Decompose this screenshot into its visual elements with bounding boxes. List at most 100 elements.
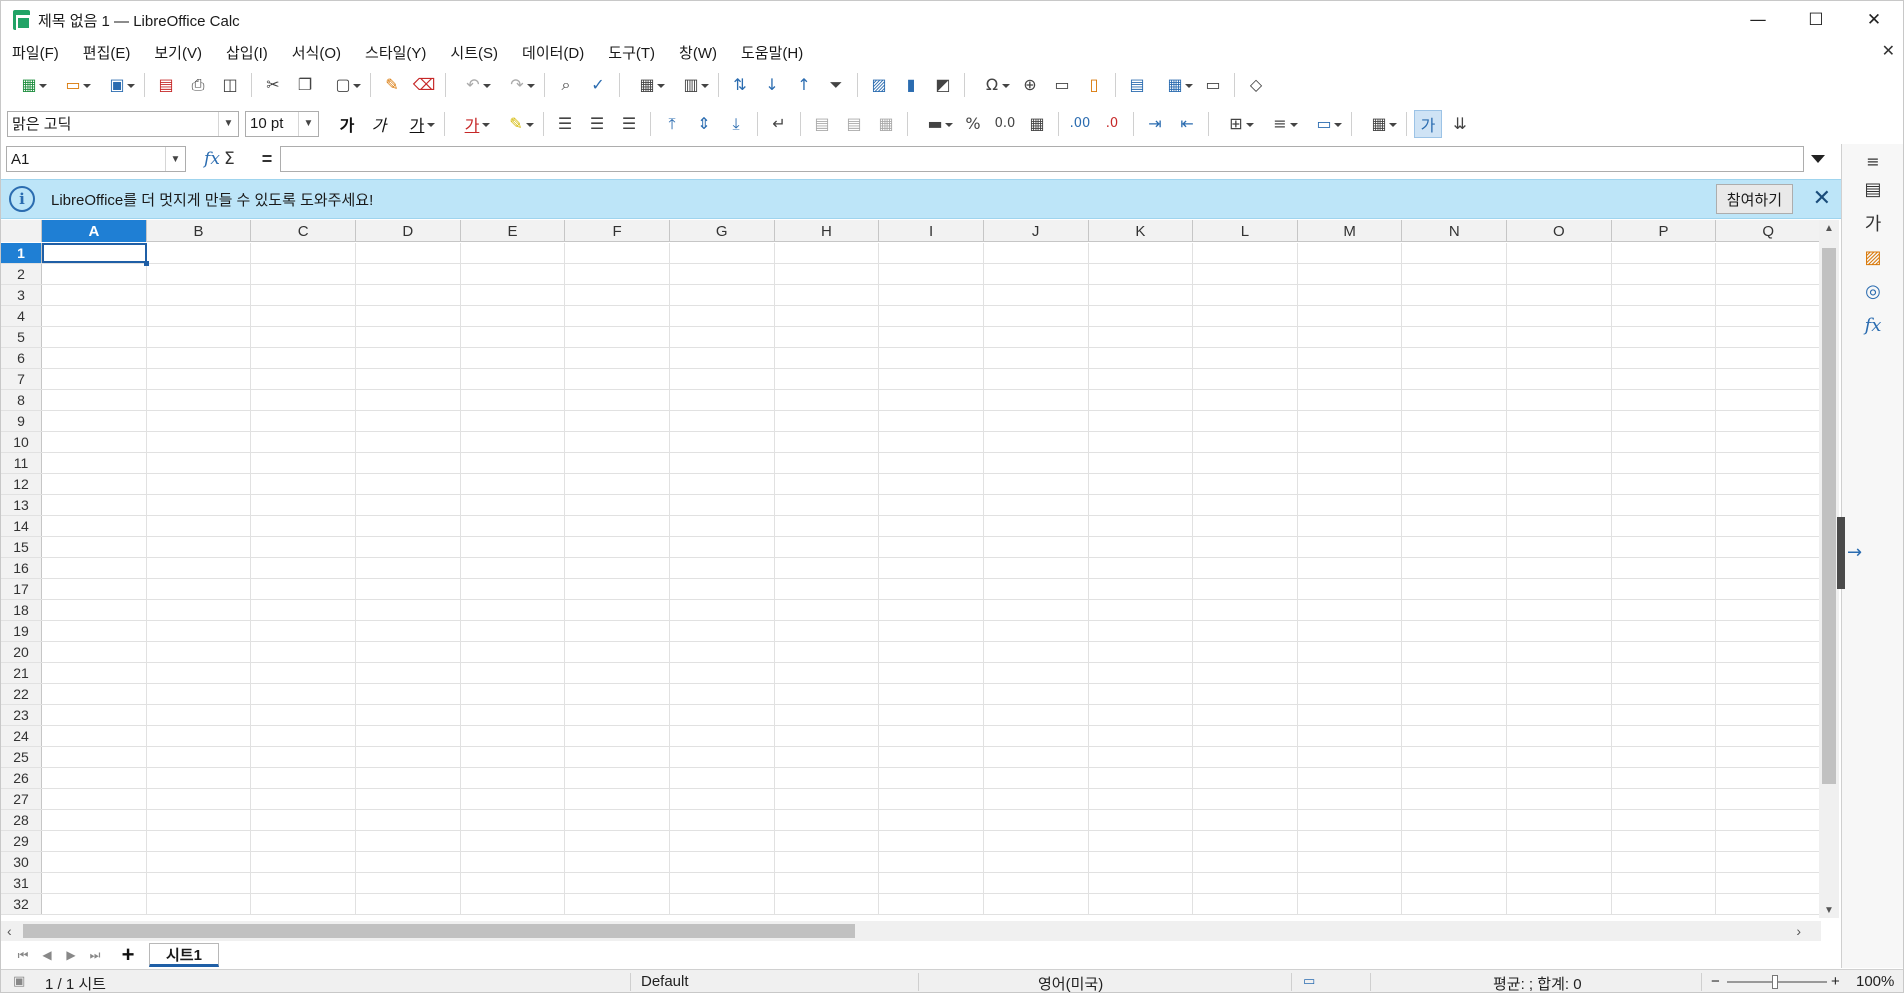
grid-cell[interactable] [1193, 873, 1298, 893]
grid-cell[interactable] [565, 663, 670, 683]
grid-cell[interactable] [461, 873, 566, 893]
align-vcenter-icon[interactable]: ⇕ [690, 110, 718, 138]
grid-cell[interactable] [356, 453, 461, 473]
grid-cell[interactable] [147, 432, 252, 452]
grid-cell[interactable] [984, 327, 1089, 347]
grid-cell[interactable] [1612, 579, 1717, 599]
grid-cell[interactable] [251, 621, 357, 641]
grid-cell[interactable] [251, 495, 357, 515]
italic-button[interactable]: 가 [365, 110, 393, 138]
close-document-icon[interactable]: ✕ [1882, 41, 1895, 61]
grid-cell[interactable] [461, 579, 566, 599]
grid-cell[interactable] [356, 789, 461, 809]
grid-cell[interactable] [1402, 810, 1508, 830]
merge-center-icon[interactable]: ▤ [808, 110, 836, 138]
grid-cell[interactable] [42, 768, 147, 788]
grid-cell[interactable] [1193, 306, 1298, 326]
scroll-right-icon[interactable]: › [1796, 923, 1801, 939]
grid-cell[interactable] [775, 537, 880, 557]
grid-cell[interactable] [1716, 852, 1821, 872]
grid-cell[interactable] [42, 894, 147, 914]
grid-cell[interactable] [1089, 726, 1194, 746]
grid-cell[interactable] [1298, 789, 1403, 809]
grid-cell[interactable] [879, 327, 984, 347]
insert-chart-icon[interactable]: ▮ [897, 71, 925, 99]
grid-cell[interactable] [1193, 516, 1298, 536]
grid-cell[interactable] [565, 894, 670, 914]
grid-cell[interactable] [879, 579, 984, 599]
column-header[interactable]: K [1089, 220, 1194, 242]
grid-cell[interactable] [1507, 621, 1612, 641]
row-header[interactable]: 24 [1, 726, 43, 746]
grid-cell[interactable] [1612, 789, 1717, 809]
column-header[interactable]: I [879, 220, 984, 242]
print-preview-icon[interactable]: ◫ [216, 71, 244, 99]
grid-cell[interactable] [775, 642, 880, 662]
grid-cell[interactable] [1507, 726, 1612, 746]
autofilter-icon[interactable]: ⏷ [822, 71, 850, 99]
grid-cell[interactable] [1507, 831, 1612, 851]
grid-cell[interactable] [984, 852, 1089, 872]
formula-button[interactable]: = [256, 149, 278, 170]
grid-cell[interactable] [1507, 264, 1612, 284]
menu-edit[interactable]: 편집(E) [76, 42, 138, 63]
grid-cell[interactable] [1402, 600, 1508, 620]
grid-cell[interactable] [461, 789, 566, 809]
grid-cell[interactable] [461, 705, 566, 725]
grid-cell[interactable] [42, 285, 147, 305]
grid-cell[interactable] [42, 411, 147, 431]
grid-cell[interactable] [461, 369, 566, 389]
grid-cell[interactable] [984, 579, 1089, 599]
grid-cell[interactable] [775, 453, 880, 473]
grid-cell[interactable] [147, 369, 252, 389]
grid-cell[interactable] [147, 789, 252, 809]
grid-cell[interactable] [1507, 705, 1612, 725]
grid-cell[interactable] [1507, 768, 1612, 788]
grid-cell[interactable] [1402, 306, 1508, 326]
grid-cell[interactable] [1507, 642, 1612, 662]
scroll-up-icon[interactable]: ▲ [1819, 220, 1839, 236]
grid-cell[interactable] [461, 768, 566, 788]
grid-cell[interactable] [1089, 768, 1194, 788]
grid-cell[interactable] [1612, 558, 1717, 578]
sidebar-collapse-handle[interactable] [1837, 517, 1845, 589]
grid-cell[interactable] [1612, 516, 1717, 536]
row-header[interactable]: 1 [1, 243, 43, 263]
zoom-slider-thumb[interactable] [1772, 975, 1778, 989]
row-header[interactable]: 11 [1, 453, 43, 473]
grid-cell[interactable] [1716, 453, 1821, 473]
grid-cell[interactable] [984, 537, 1089, 557]
grid-cell[interactable] [670, 579, 775, 599]
grid-cell[interactable] [461, 537, 566, 557]
grid-cell[interactable] [147, 663, 252, 683]
grid-cell[interactable] [1612, 495, 1717, 515]
grid-cell[interactable] [565, 369, 670, 389]
grid-cell[interactable] [670, 831, 775, 851]
grid-cell[interactable] [251, 642, 357, 662]
grid-cell[interactable] [1089, 558, 1194, 578]
percent-format-button[interactable]: % [959, 110, 987, 138]
grid-cell[interactable] [984, 642, 1089, 662]
grid-cell[interactable] [1193, 810, 1298, 830]
grid-cell[interactable] [1089, 474, 1194, 494]
column-header[interactable]: L [1193, 220, 1298, 242]
column-icon[interactable]: ▥ [671, 71, 711, 99]
grid-cell[interactable] [1193, 327, 1298, 347]
grid-cell[interactable] [356, 579, 461, 599]
decrease-indent-icon[interactable]: ⇤ [1173, 110, 1201, 138]
grid-cell[interactable] [147, 726, 252, 746]
grid-cell[interactable] [670, 558, 775, 578]
grid-cell[interactable] [1402, 789, 1508, 809]
grid-cell[interactable] [565, 810, 670, 830]
grid-cell[interactable] [1402, 285, 1508, 305]
grid-cell[interactable] [1612, 327, 1717, 347]
row-header[interactable]: 7 [1, 369, 43, 389]
sidebar-menu-icon[interactable]: ≡ [1860, 148, 1886, 174]
grid-cell[interactable] [879, 537, 984, 557]
grid-cell[interactable] [1716, 411, 1821, 431]
menu-help[interactable]: 도움말(H) [734, 42, 810, 63]
grid-cell[interactable] [984, 432, 1089, 452]
grid-cell[interactable] [1716, 516, 1821, 536]
grid-cell[interactable] [42, 264, 147, 284]
grid-cell[interactable] [1089, 663, 1194, 683]
